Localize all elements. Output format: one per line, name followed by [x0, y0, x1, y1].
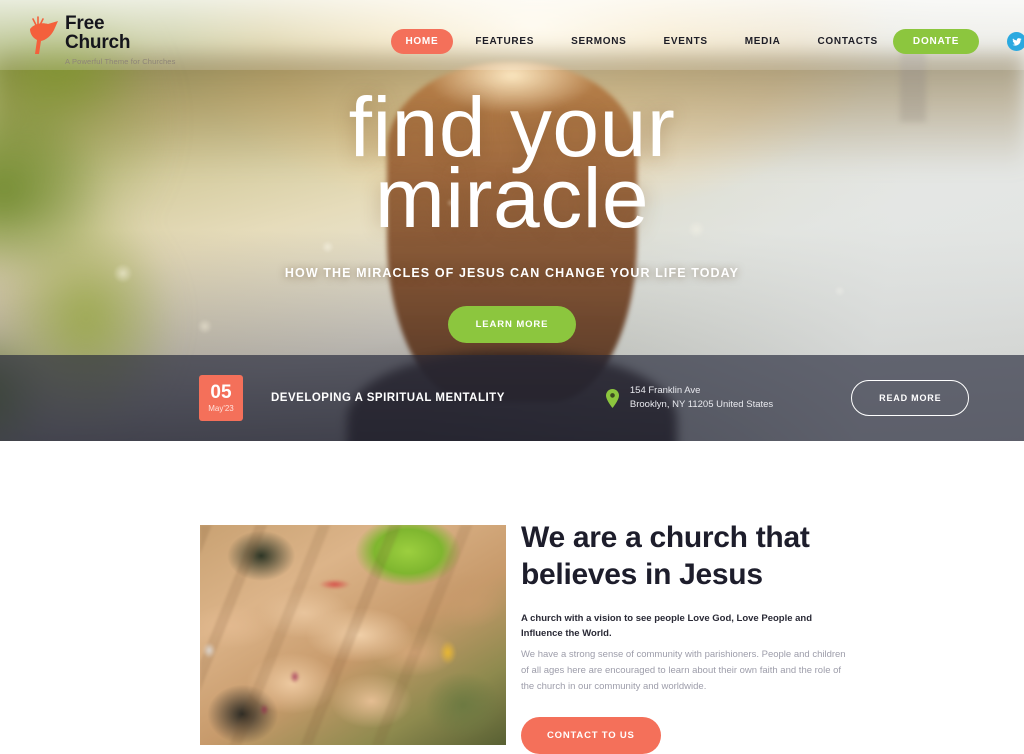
hero-content: find your miracle HOW THE MIRACLES OF JE… [0, 85, 1024, 344]
contact-to-us-button[interactable]: CONTACT TO US [521, 717, 661, 754]
stacked-hands-photo [200, 525, 506, 745]
logo-line-1: Free [65, 13, 105, 34]
donate-button[interactable]: DONATE [892, 29, 980, 54]
event-title: DEVELOPING A SPIRITUAL MENTALITY [271, 392, 505, 404]
nav-item-sermons[interactable]: SERMONS [556, 29, 641, 54]
map-pin-icon [605, 388, 619, 408]
event-address: 154 Franklin Ave Brooklyn, NY 11205 Unit… [630, 384, 773, 412]
logo-line-2: Church [65, 32, 131, 53]
hero-section: Free Church A Powerful Theme for Churche… [0, 0, 1024, 441]
nav-item-features[interactable]: FEATURES [460, 29, 549, 54]
hero-title-line-2: miracle [374, 150, 650, 245]
read-more-button[interactable]: READ MORE [851, 380, 970, 416]
about-title-line-1: We are a church that [521, 521, 810, 554]
about-body-text: We have a strong sense of community with… [521, 649, 846, 692]
dove-logo-icon [30, 16, 58, 54]
about-text-block: We are a church that believes in Jesus A… [521, 519, 851, 754]
event-month: May'23 [208, 404, 234, 413]
event-bar: 05 May'23 DEVELOPING A SPIRITUAL MENTALI… [0, 355, 1024, 441]
about-title-line-2: believes in Jesus [521, 558, 763, 591]
address-line-2: Brooklyn, NY 11205 United States [629, 399, 774, 410]
logo-tagline: A Powerful Theme for Churches [65, 57, 176, 66]
site-logo[interactable]: Free Church A Powerful Theme for Churche… [24, 14, 176, 66]
logo-wordmark: Free Church A Powerful Theme for Churche… [65, 14, 176, 66]
nav-item-events[interactable]: EVENTS [649, 29, 723, 54]
nav-item-media[interactable]: MEDIA [730, 29, 796, 54]
nav-item-contacts[interactable]: CONTACTS [803, 29, 893, 54]
event-location: 154 Franklin Ave Brooklyn, NY 11205 Unit… [605, 384, 773, 412]
nav-item-home[interactable]: HOME [390, 29, 454, 54]
header-actions: DONATE [892, 29, 1024, 54]
address-line-1: 154 Franklin Ave [629, 385, 701, 396]
main-navigation: HOME FEATURES SERMONS EVENTS MEDIA CONTA… [390, 29, 893, 54]
twitter-icon[interactable] [1007, 32, 1024, 51]
about-lead-text: A church with a vision to see people Lov… [521, 613, 813, 639]
site-header: Free Church A Powerful Theme for Churche… [0, 0, 1024, 78]
event-date-badge: 05 May'23 [199, 375, 243, 421]
hero-subtitle: HOW THE MIRACLES OF JESUS CAN CHANGE YOU… [284, 266, 740, 281]
learn-more-button[interactable]: LEARN MORE [447, 306, 577, 344]
event-day: 05 [210, 382, 232, 403]
social-links [1007, 32, 1024, 51]
hands-detail-layer [200, 525, 506, 745]
about-section: We are a church that believes in Jesus A… [0, 441, 1024, 754]
